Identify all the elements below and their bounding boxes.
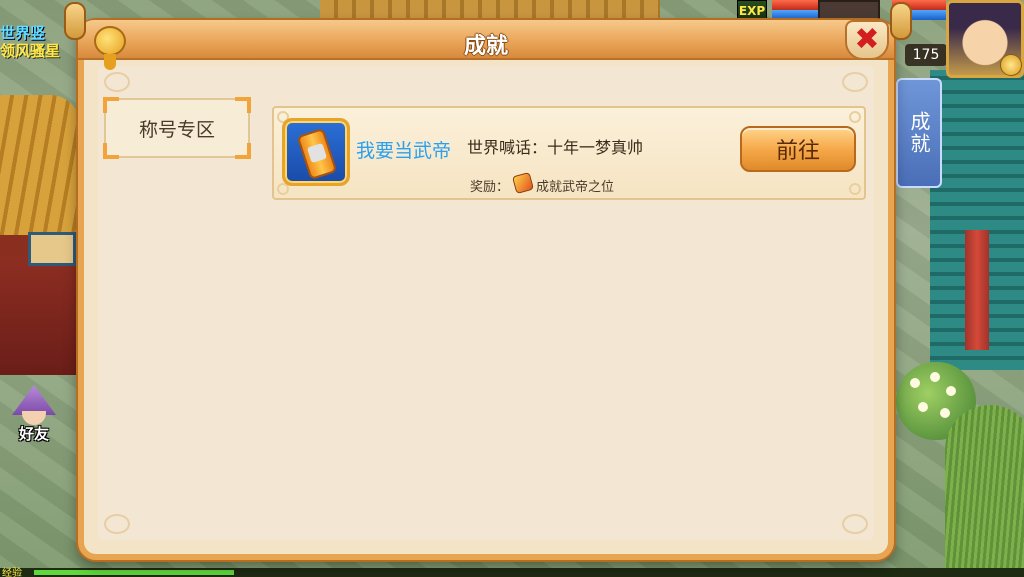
reward-item-icon [511, 171, 535, 195]
corner-swirl-icon [842, 514, 868, 534]
corner-swirl-icon [104, 514, 130, 534]
experience-bar: 经验 [0, 568, 1024, 577]
temple-roof-left [0, 95, 80, 255]
chick-mascot-icon [92, 26, 128, 74]
achievement-description: 世界喊话：十年一梦真帅 [467, 138, 644, 157]
dialog-title: 成就 [463, 34, 508, 59]
scroll-cap-left [64, 2, 86, 40]
row-corner-icon [849, 183, 861, 195]
achievement-name: 我要当武帝 [356, 140, 452, 162]
friends-label: 好友 [18, 425, 49, 443]
pet-hp-bar [772, 0, 818, 10]
exp-fill [34, 570, 234, 575]
player-level: 175 [905, 44, 947, 66]
category-tab-titles[interactable]: 称号专区 [103, 97, 251, 159]
exp-badge: EXP [737, 0, 767, 22]
go-button[interactable]: 前往 [740, 126, 856, 172]
tab-corner [235, 97, 251, 113]
row-corner-icon [849, 111, 861, 123]
corner-swirl-icon [842, 72, 868, 92]
tab-corner [103, 97, 119, 113]
tab-corner [235, 143, 251, 159]
pet-mp-bar [772, 10, 818, 20]
achievement-side-tab[interactable]: 成就 [896, 78, 942, 188]
close-button[interactable]: ✖ [845, 20, 889, 60]
chat-line-2: 领风骚星 [0, 42, 61, 60]
willow-tree [945, 405, 1024, 577]
tab-corner [103, 143, 119, 159]
friends-button[interactable]: 好友 [6, 385, 62, 447]
temple-roof-top [320, 0, 660, 22]
scroll-title-icon [282, 118, 350, 186]
reward-label: 奖励： [470, 180, 510, 195]
red-pillar [965, 230, 989, 350]
dialog-title-bar: 成就 [78, 20, 894, 60]
reward-item-name: 成就武帝之位 [536, 180, 615, 195]
corner-swirl-icon [104, 72, 130, 92]
temple-wall-left [0, 255, 80, 375]
achievement-row: 我要当武帝 世界喊话：十年一梦真帅 奖励： 成就武帝之位 前往 [272, 106, 866, 200]
scroll-cap-right [890, 2, 912, 40]
exp-strip-label: 经验 [2, 568, 22, 577]
temple-plaque [28, 232, 76, 266]
category-tab-label: 称号专区 [138, 118, 215, 141]
coin-icon[interactable] [1000, 54, 1022, 76]
mascot-head [94, 26, 126, 56]
mascot-stem [104, 54, 116, 70]
